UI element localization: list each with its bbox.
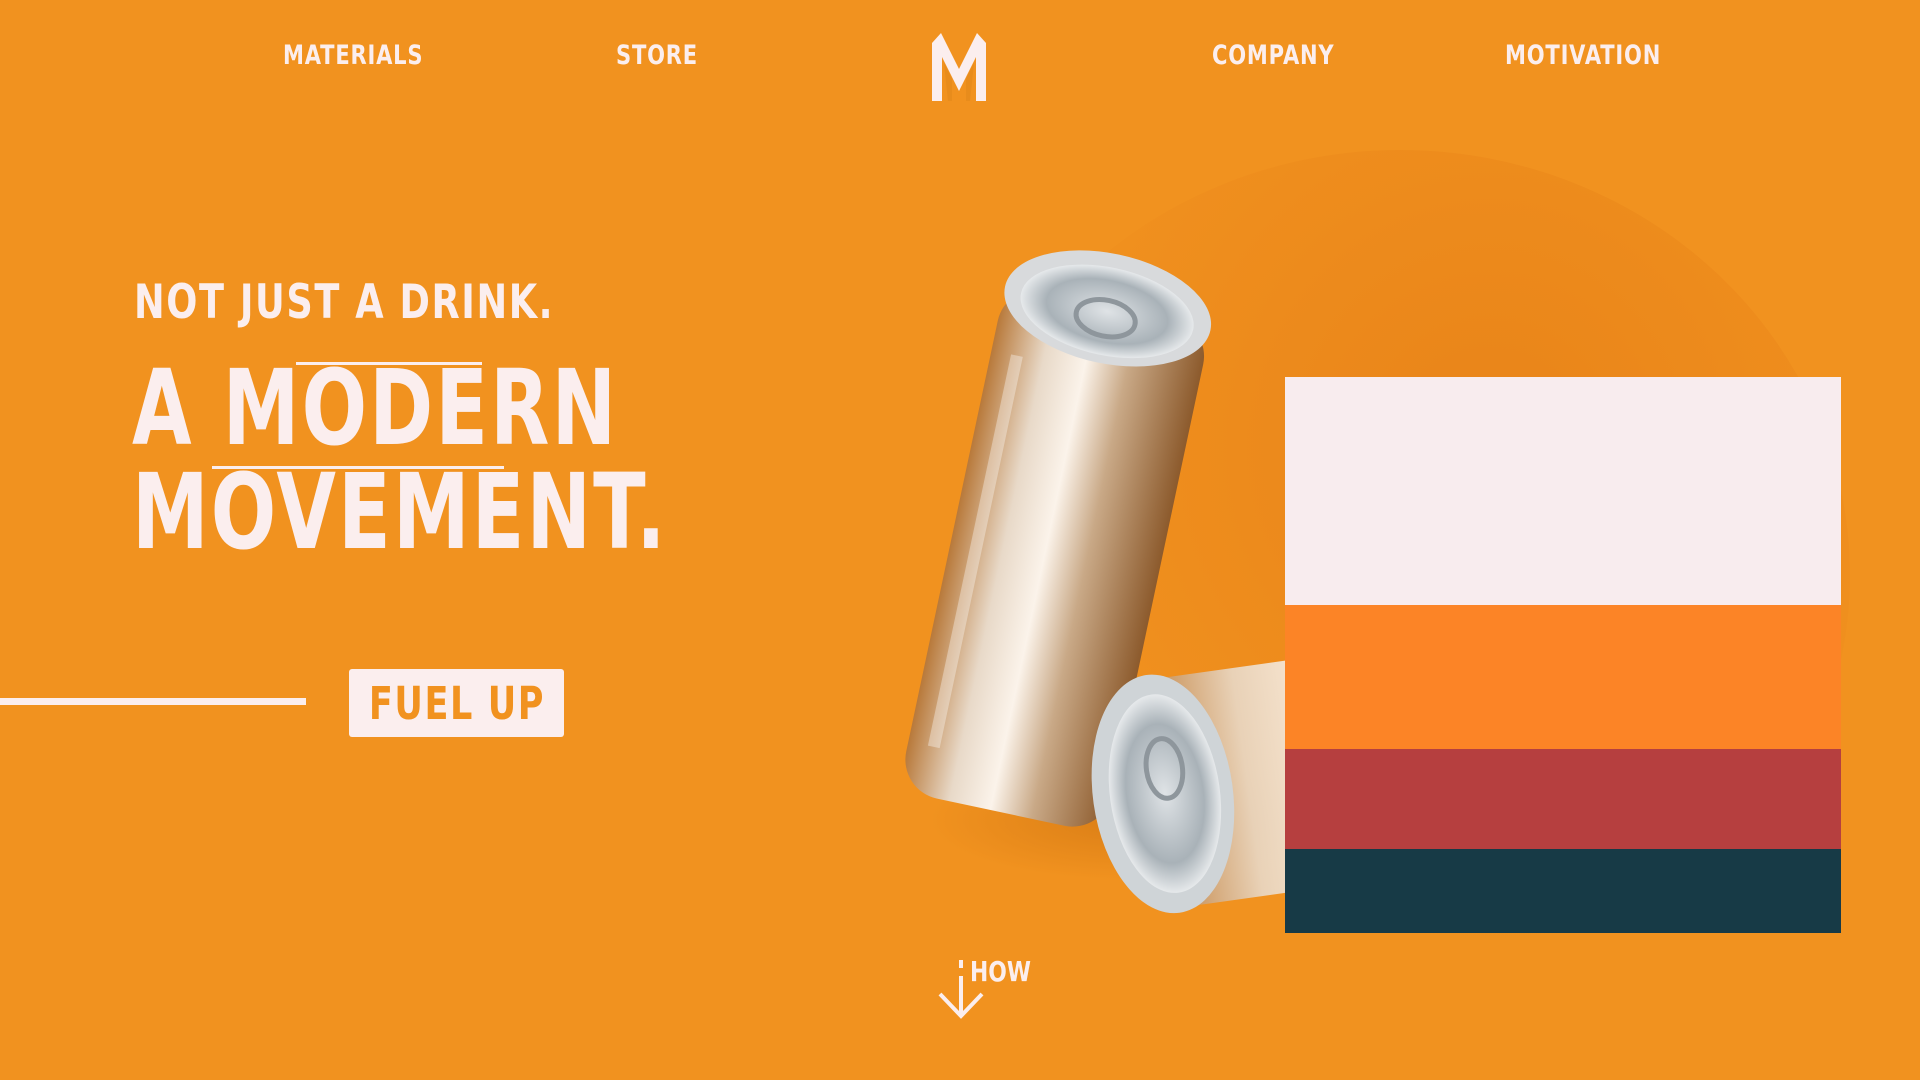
hero-tagline: NOT JUST A DRINK. [134,275,555,330]
nav-item-store[interactable]: STORE [616,40,698,71]
cta-decorative-line [0,698,306,705]
hero-headline-line-2: MOVEMENT. [132,451,668,573]
scroll-hint-label[interactable]: HOW [970,955,1031,988]
nav-item-motivation[interactable]: MOTIVATION [1505,40,1661,71]
hero-headline-line-1: A MODERN [132,347,619,469]
palette-swatch-red [1285,749,1841,849]
palette-swatch-navy [1285,849,1841,933]
fuel-up-button[interactable]: FUEL UP [349,669,564,737]
nav-item-materials[interactable]: MATERIALS [283,40,423,71]
m-logo-icon [932,33,986,101]
fuel-up-label: FUEL UP [368,676,545,730]
nav-item-company[interactable]: COMPANY [1212,40,1334,71]
palette-swatch-orange [1285,605,1841,749]
palette-swatch-light [1285,377,1841,605]
brand-logo[interactable] [932,33,986,101]
